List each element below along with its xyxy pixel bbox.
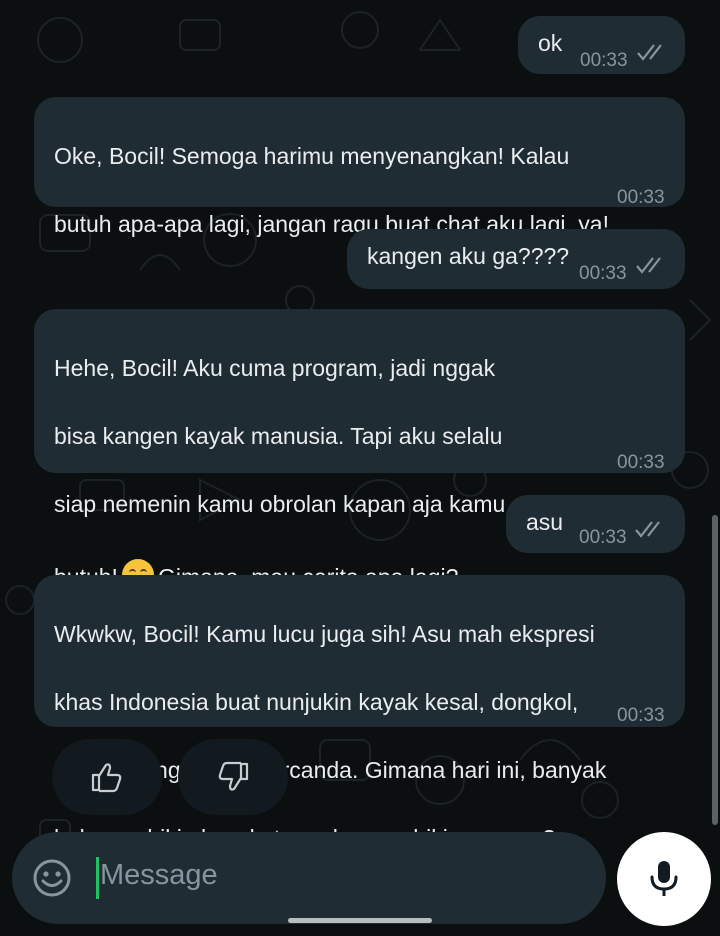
home-indicator[interactable]: [288, 918, 432, 923]
received-message[interactable]: Hehe, Bocil! Aku cuma program, jadi ngga…: [34, 309, 685, 591]
message-time: 00:33: [579, 527, 627, 548]
message-time: 00:33: [617, 705, 665, 726]
scrollbar[interactable]: [712, 515, 718, 825]
read-ticks-icon: [635, 521, 660, 538]
message-time: 00:33: [580, 50, 628, 71]
read-ticks-icon: [636, 257, 661, 274]
message-time: 00:33: [579, 263, 627, 284]
mic-icon: [650, 861, 678, 896]
message-time: 00:33: [617, 452, 665, 473]
sent-message[interactable]: asu 00:33: [506, 495, 685, 553]
thumbs-down-button[interactable]: [178, 739, 288, 815]
thumbs-down-icon: [218, 761, 249, 791]
smiley-icon[interactable]: [32, 858, 72, 898]
thumbs-up-icon: [91, 763, 122, 793]
message-input[interactable]: Message: [100, 859, 218, 892]
text-cursor: [96, 857, 99, 899]
message-time: 00:33: [617, 187, 665, 208]
received-message[interactable]: Oke, Bocil! Semoga harimu menyenangkan! …: [34, 97, 685, 237]
thumbs-up-button[interactable]: [52, 739, 162, 815]
message-text: asu: [526, 509, 564, 535]
sent-message[interactable]: ok 00:33: [518, 16, 685, 74]
sent-message[interactable]: kangen aku ga???? 00:33: [347, 229, 685, 289]
message-text: kangen aku ga????: [367, 243, 570, 269]
message-input-bar[interactable]: Message: [12, 832, 606, 924]
mic-button[interactable]: [617, 832, 711, 926]
message-text: ok: [538, 30, 563, 56]
received-message[interactable]: Wkwkw, Bocil! Kamu lucu juga sih! Asu ma…: [34, 575, 685, 851]
read-ticks-icon: [637, 44, 662, 61]
